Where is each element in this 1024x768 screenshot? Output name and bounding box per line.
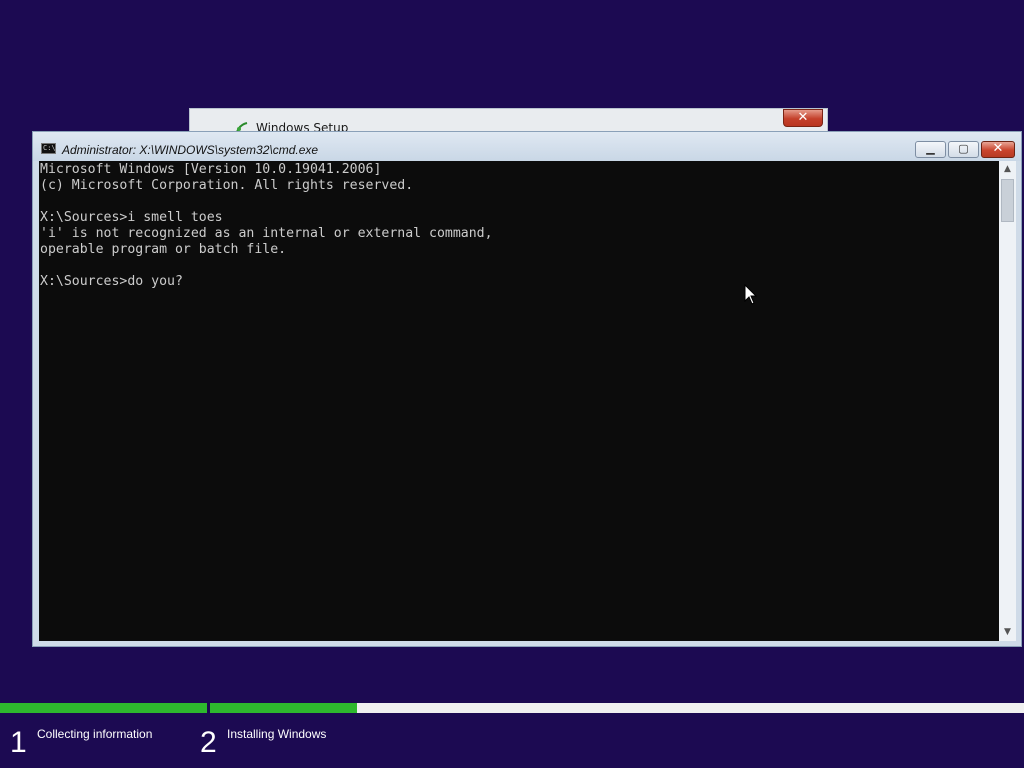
- step-number: 1: [10, 726, 27, 759]
- minimize-button[interactable]: ▁: [915, 141, 946, 158]
- setup-progress-bar: [0, 703, 1024, 713]
- scroll-thumb[interactable]: [1001, 179, 1014, 222]
- setup-close-button[interactable]: ✕: [783, 109, 823, 127]
- console-output[interactable]: Microsoft Windows [Version 10.0.19041.20…: [39, 161, 999, 641]
- mouse-pointer-icon: [744, 284, 758, 305]
- progress-fill: [0, 703, 207, 713]
- maximize-button[interactable]: ▢: [948, 141, 979, 158]
- scroll-down-arrow-icon[interactable]: ▼: [999, 624, 1016, 641]
- step-label: Installing Windows: [227, 727, 327, 741]
- cmd-app-icon: C:\: [41, 143, 56, 154]
- console-line: X:\Sources>do you?: [40, 274, 183, 289]
- scroll-up-arrow-icon[interactable]: ▲: [999, 161, 1016, 178]
- console-line: 'i' is not recognized as an internal or …: [40, 226, 493, 241]
- step-label: Collecting information: [37, 727, 153, 741]
- console-text: Microsoft Windows [Version 10.0.19041.20…: [39, 161, 999, 290]
- console-line: X:\Sources>i smell toes: [40, 210, 223, 225]
- progress-segment-installing: [210, 703, 1024, 713]
- console-line: operable program or batch file.: [40, 242, 287, 257]
- console-line: (c) Microsoft Corporation. All rights re…: [40, 178, 414, 193]
- vertical-scrollbar[interactable]: ▲ ▼: [999, 161, 1016, 641]
- console-line: Microsoft Windows [Version 10.0.19041.20…: [40, 162, 382, 177]
- step-number: 2: [200, 726, 217, 759]
- progress-segment-collecting: [0, 703, 207, 713]
- cmd-titlebar[interactable]: C:\ Administrator: X:\WINDOWS\system32\c…: [33, 132, 1021, 161]
- cmd-window: C:\ Administrator: X:\WINDOWS\system32\c…: [32, 131, 1022, 647]
- close-button[interactable]: ✕: [981, 141, 1015, 158]
- cmd-window-title: Administrator: X:\WINDOWS\system32\cmd.e…: [62, 143, 319, 157]
- progress-fill: [210, 703, 357, 713]
